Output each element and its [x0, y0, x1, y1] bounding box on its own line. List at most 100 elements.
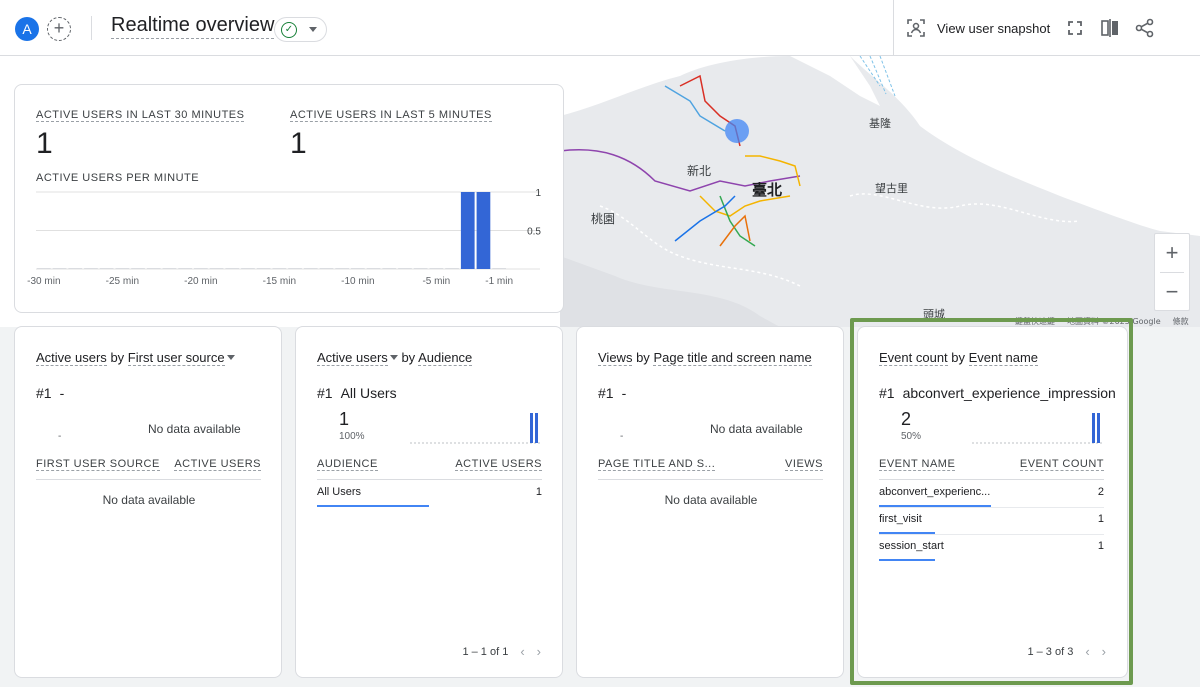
table-row[interactable]: All Users 1	[317, 480, 542, 507]
x-tick-label: -20 min	[184, 276, 217, 287]
chart-bar[interactable]	[84, 268, 98, 269]
chevron-left-icon[interactable]: ‹	[520, 644, 524, 659]
chart-bar[interactable]	[178, 268, 192, 269]
chevron-left-icon[interactable]: ‹	[1085, 644, 1089, 659]
chart-bar[interactable]	[115, 268, 130, 269]
chart-bar[interactable]	[288, 268, 302, 269]
rank-number: #1	[36, 385, 52, 401]
chart-bar[interactable]	[209, 268, 224, 269]
chevron-down-icon[interactable]	[226, 355, 235, 360]
x-tick-label: -30 min	[27, 276, 60, 287]
chart-bar[interactable]	[272, 268, 287, 269]
no-data-message: No data available	[148, 422, 241, 436]
share-icon[interactable]	[1134, 17, 1156, 39]
map-zoom-control: + −	[1154, 233, 1190, 311]
x-tick-label: -25 min	[106, 276, 139, 287]
by-word: by	[951, 350, 966, 365]
table-row[interactable]: abconvert_experienc... 2	[879, 480, 1104, 508]
chart-bar[interactable]	[460, 192, 475, 269]
dimension-selector[interactable]: Audience	[418, 350, 473, 366]
top-rank: #1 abconvert_experience_impression	[879, 385, 1129, 401]
row-value: 1	[1097, 540, 1104, 552]
zoom-out-button[interactable]: −	[1155, 273, 1189, 311]
table-row[interactable]: session_start 1	[879, 534, 1104, 561]
chart-bar[interactable]	[68, 268, 83, 269]
chart-bar[interactable]	[37, 268, 51, 269]
chart-bar[interactable]	[445, 268, 459, 269]
chart-bar[interactable]	[398, 268, 412, 269]
column-header-active-users[interactable]: ACTIVE USERS	[174, 458, 261, 471]
rank-number: #1	[879, 385, 895, 401]
metric-selector[interactable]: Active users	[36, 350, 107, 366]
chart-bar[interactable]	[429, 268, 444, 269]
card-title: Views by Page title and screen name	[598, 350, 812, 366]
zoom-in-button[interactable]: +	[1155, 234, 1189, 272]
top-percent: 50%	[901, 431, 922, 442]
chart-bar[interactable]	[476, 192, 491, 269]
row-value: 1	[535, 486, 542, 498]
rank-number: #1	[598, 385, 614, 401]
fullscreen-icon[interactable]	[1064, 17, 1086, 39]
chart-bar[interactable]	[382, 268, 397, 269]
add-comparison-button[interactable]: +	[47, 17, 71, 41]
active-users-summary-card: ACTIVE USERS IN LAST 30 MINUTES 1 ACTIVE…	[14, 84, 564, 313]
column-header-page-title[interactable]: PAGE TITLE AND S...	[598, 458, 716, 471]
chart-bar[interactable]	[413, 268, 428, 269]
chart-bar[interactable]	[492, 268, 506, 269]
header-divider	[36, 479, 261, 480]
compare-icon[interactable]	[1099, 17, 1121, 39]
rank-value: -	[59, 385, 65, 401]
column-header-event-name[interactable]: EVENT NAME	[879, 458, 956, 471]
column-header-audience[interactable]: AUDIENCE	[317, 458, 378, 471]
chart-bar[interactable]	[52, 268, 67, 269]
rank-number: #1	[317, 385, 333, 401]
chevron-down-icon[interactable]	[389, 355, 398, 360]
chart-bar[interactable]	[146, 268, 161, 269]
metric-selector[interactable]: Views	[598, 350, 633, 366]
chart-bar[interactable]	[162, 268, 177, 269]
chart-bar[interactable]	[194, 268, 208, 269]
audience-card: Active users by Audience #1 All Users 1 1…	[295, 326, 563, 678]
chevron-right-icon[interactable]: ›	[537, 644, 541, 659]
active-users-per-minute-chart[interactable]: -30 min -25 min -20 min -15 min -10 min -5 mi…	[15, 85, 563, 312]
chart-bar[interactable]	[225, 268, 240, 269]
mini-value: -	[58, 431, 62, 442]
chevron-right-icon[interactable]: ›	[1102, 644, 1106, 659]
pagination: 1 – 1 of 1 ‹ ›	[462, 644, 541, 659]
dimension-selector[interactable]: Page title and screen name	[653, 350, 812, 366]
header-divider	[91, 16, 92, 40]
user-snapshot-icon	[907, 19, 925, 37]
status-dropdown[interactable]: ✓	[274, 17, 327, 42]
column-header-source[interactable]: FIRST USER SOURCE	[36, 458, 160, 471]
top-rank: #1-	[36, 385, 64, 401]
column-header-active-users[interactable]: ACTIVE USERS	[455, 458, 542, 471]
chart-bar[interactable]	[256, 268, 271, 269]
chart-bar[interactable]	[99, 268, 114, 269]
metric-selector[interactable]: Event count	[879, 350, 948, 366]
terms-link[interactable]: 條款	[1173, 316, 1189, 327]
chart-bar[interactable]	[241, 268, 255, 269]
column-header-event-count[interactable]: EVENT COUNT	[1019, 458, 1104, 471]
metric-selector[interactable]: Active users	[317, 350, 388, 366]
page-title[interactable]: Realtime overview	[111, 14, 275, 39]
dimension-selector[interactable]: First user source	[127, 350, 225, 366]
header-divider	[598, 479, 823, 480]
first-user-source-card: Active users by First user source #1- - …	[14, 326, 282, 678]
column-header-views[interactable]: VIEWS	[785, 458, 823, 471]
dimension-selector[interactable]: Event name	[968, 350, 1039, 366]
chart-bar[interactable]	[335, 268, 349, 269]
chart-bar[interactable]	[303, 268, 318, 269]
chart-bar[interactable]	[131, 268, 145, 269]
rank-value: abconvert_experience_impression	[902, 385, 1116, 401]
table-no-data: No data available	[664, 493, 758, 507]
check-icon: ✓	[281, 22, 297, 38]
event-count-card: Event count by Event name #1 abconvert_ex…	[857, 326, 1128, 678]
table-row[interactable]: first_visit 1	[879, 507, 1104, 535]
chart-bar[interactable]	[319, 268, 334, 269]
property-avatar[interactable]: A	[15, 17, 39, 41]
x-tick-label: -1 min	[485, 276, 513, 287]
view-user-snapshot-button[interactable]: View user snapshot	[906, 17, 1050, 39]
chart-bar[interactable]	[366, 268, 381, 269]
sparkline-chart	[972, 413, 1104, 444]
chart-bar[interactable]	[351, 268, 365, 269]
